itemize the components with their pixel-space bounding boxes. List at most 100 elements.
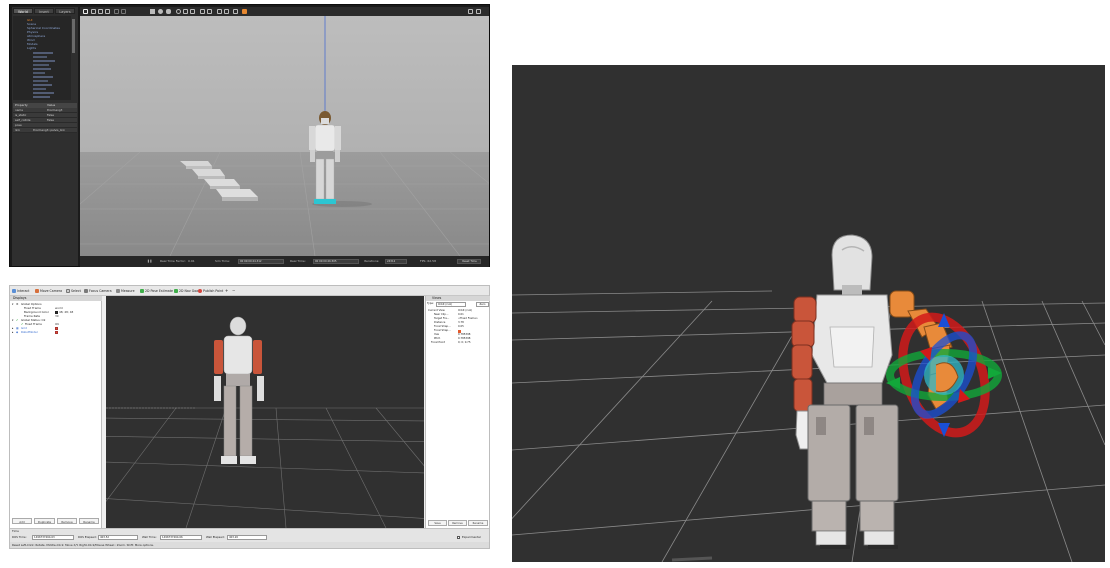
real-time-value: 00 00:00:26.505	[313, 259, 359, 264]
experimental-checkbox[interactable]	[457, 536, 460, 539]
spot-light-icon[interactable]	[183, 9, 188, 14]
wall-time-value: 1496737464.66	[160, 535, 202, 540]
rviz-3d-viewport[interactable]	[106, 296, 424, 528]
views-panel: Views Type: Orbit (rviz) Zero Current Vi…	[425, 296, 490, 528]
display-row-robotmodel[interactable]: ▸ ◆ RobotModel	[10, 330, 102, 334]
rename-view-button[interactable]: Rename	[468, 520, 488, 526]
view-key: Pitch	[434, 337, 441, 340]
nav-goal-icon	[174, 288, 178, 293]
displays-panel: Displays ▾ ⚙ Global Options Fixed Frame …	[10, 296, 102, 528]
publish-point-tool[interactable]: Publish Point	[198, 288, 223, 294]
move-camera-icon	[35, 288, 39, 293]
record-icon[interactable]	[242, 9, 247, 14]
rviz-window: Interact Move Camera Select Focus Camera…	[9, 285, 490, 549]
tree-children	[33, 52, 55, 98]
real-time-factor-value: 0.91	[188, 259, 195, 263]
property-value: thormang3::pelvis_link	[33, 128, 65, 132]
tree-item[interactable]: Lights	[27, 46, 36, 50]
tab-layers[interactable]: Layers	[55, 8, 75, 14]
view-value: 0; 0; 0.75	[458, 341, 471, 344]
directional-light-icon[interactable]	[190, 9, 195, 14]
reset-time-button[interactable]: Reset Time	[457, 259, 481, 264]
expand-arrow-icon[interactable]: ▸	[12, 330, 13, 334]
type-label: Type:	[427, 302, 434, 305]
tool-label: Focus Camera	[89, 289, 112, 293]
remove-display-button[interactable]: Remove	[57, 518, 77, 524]
undo-icon[interactable]	[114, 9, 119, 14]
tool-label: Measure	[121, 289, 135, 293]
rotate-mode-icon[interactable]	[98, 9, 103, 14]
pose-estimate-tool[interactable]: 2D Pose Estimate	[140, 288, 173, 294]
remove-tool-icon[interactable]: −	[232, 288, 235, 294]
interact-icon	[12, 288, 16, 293]
property-row[interactable]: link thormang3::pelvis_link	[13, 128, 77, 133]
view-key: Current View	[428, 309, 445, 312]
log-icon[interactable]	[476, 9, 481, 14]
tool-label: Publish Point	[203, 289, 224, 293]
add-display-button[interactable]: Add	[12, 518, 32, 524]
remove-view-button[interactable]: Remove	[448, 520, 467, 526]
change-view-icon[interactable]	[233, 9, 238, 14]
pose-estimate-icon	[140, 288, 144, 293]
move-camera-tool[interactable]: Move Camera	[35, 288, 62, 294]
paste-icon[interactable]	[207, 9, 212, 14]
view-key: Focal Shap...	[434, 329, 451, 332]
select-mode-icon[interactable]	[83, 9, 88, 14]
nav-goal-tool[interactable]: 2D Nav Goal	[174, 288, 199, 294]
screenshot-icon[interactable]	[468, 9, 473, 14]
real-time-factor-label: Real Time Factor:	[160, 259, 186, 263]
rename-display-button[interactable]: Rename	[79, 518, 99, 524]
view-key: Focal Point	[431, 341, 445, 344]
tab-insert[interactable]: Insert	[34, 8, 54, 14]
rviz-toolbar: Interact Move Camera Select Focus Camera…	[10, 286, 489, 296]
tree-scrollbar[interactable]	[72, 19, 75, 53]
rviz-closeup-viewport[interactable]	[512, 65, 1105, 562]
gazebo-window: World Insert Layers GUI Scene Spherical …	[9, 4, 490, 267]
view-key: Distance	[434, 321, 446, 324]
view-value: 0.05	[458, 325, 464, 328]
box-shape-icon[interactable]	[150, 9, 155, 14]
ros-elapsed-value: 403.52	[98, 535, 138, 540]
wall-time-label: Wall Time:	[142, 535, 157, 539]
sim-time-label: Sim Time:	[215, 259, 230, 263]
add-tool-icon[interactable]: +	[225, 288, 228, 294]
publish-point-icon	[198, 288, 202, 293]
tool-label: 2D Pose Estimate	[145, 289, 173, 293]
robotmodel-enabled-checkbox[interactable]	[55, 330, 58, 334]
view-type-select[interactable]: Orbit (rviz)	[436, 302, 466, 307]
view-key: Focal Shap...	[434, 325, 451, 328]
wall-elapsed-value: 403.20	[227, 535, 267, 540]
scale-mode-icon[interactable]	[105, 9, 110, 14]
time-panel: Time ROS Time: 1496737464.63 ROS Elapsed…	[10, 528, 489, 542]
ros-time-label: ROS Time:	[12, 535, 27, 539]
view-key: Yaw	[434, 333, 439, 336]
redo-icon[interactable]	[121, 9, 126, 14]
view-row[interactable]: Focal Point 0; 0; 0.75	[431, 341, 470, 345]
views-panel-title: Views	[426, 296, 490, 301]
interact-tool[interactable]: Interact	[12, 288, 29, 294]
zero-button[interactable]: Zero	[476, 302, 489, 307]
cylinder-shape-icon[interactable]	[166, 9, 171, 14]
copy-icon[interactable]	[200, 9, 205, 14]
gazebo-3d-viewport[interactable]	[80, 16, 489, 256]
display-key: RobotModel	[21, 330, 38, 334]
pause-icon[interactable]: ❚❚	[147, 259, 152, 264]
wall-elapsed-label: Wall Elapsed:	[206, 535, 225, 539]
tab-world[interactable]: World	[13, 8, 33, 14]
sphere-shape-icon[interactable]	[158, 9, 163, 14]
select-tool[interactable]: Select	[66, 288, 81, 294]
measure-tool[interactable]: Measure	[116, 288, 135, 294]
fps-readout: FPS: 62.58	[420, 259, 436, 263]
snap-icon[interactable]	[224, 9, 229, 14]
rviz-hint-bar: Reset Left-Click: Rotate. Middle-Click: …	[10, 542, 489, 548]
point-light-icon[interactable]	[176, 9, 181, 14]
align-icon[interactable]	[217, 9, 222, 14]
world-tree: GUI Scene Spherical Coordinates Physics …	[13, 16, 71, 100]
measure-icon	[116, 288, 120, 293]
focus-camera-tool[interactable]: Focus Camera	[84, 288, 112, 294]
duplicate-display-button[interactable]: Duplicate	[34, 518, 55, 524]
focus-camera-icon	[84, 288, 88, 293]
save-view-button[interactable]: Save	[428, 520, 447, 526]
translate-mode-icon[interactable]	[91, 9, 96, 14]
tool-label: 2D Nav Goal	[179, 289, 199, 293]
